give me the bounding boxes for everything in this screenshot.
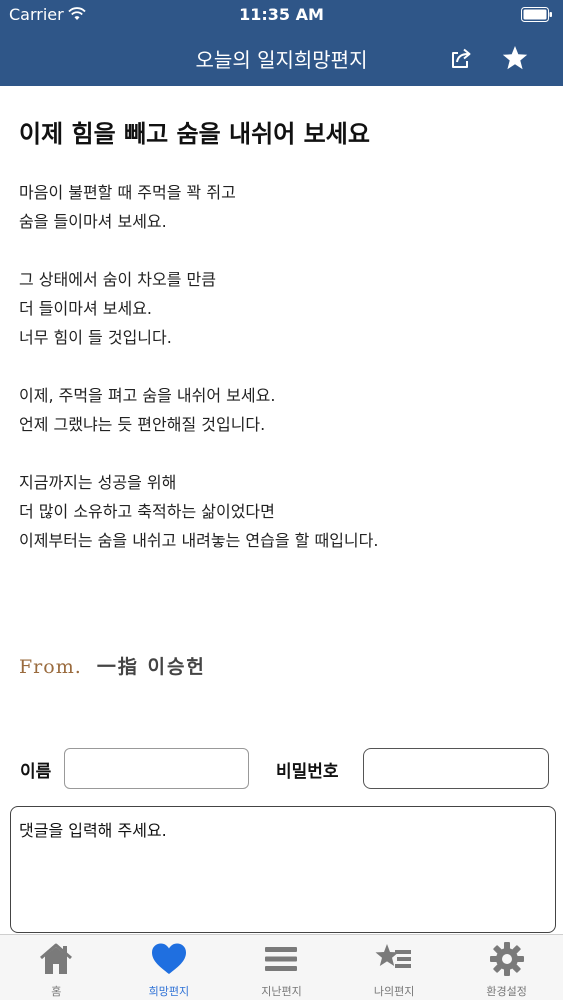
letter-line: 지금까지는 성공을 위해	[19, 473, 177, 492]
signature: From. 一指 이승헌	[19, 652, 206, 678]
comment-input[interactable]: 댓글을 입력해 주세요.	[10, 806, 556, 933]
heart-icon	[151, 943, 186, 974]
letter-line: 숨을 들이마셔 보세요.	[19, 212, 167, 231]
letter-line: 마음이 불편할 때 주먹을 꽉 쥐고	[19, 183, 236, 202]
starred-list-icon	[375, 944, 412, 968]
status-bar: Carrier 11:35 AM	[0, 0, 563, 30]
letter-line: 더 들이마셔 보세요.	[19, 299, 153, 318]
home-icon	[40, 943, 73, 974]
letter-title: 이제 힘을 빼고 숨을 내쉬어 보세요	[19, 120, 370, 148]
name-label: 이름	[20, 762, 52, 782]
name-input[interactable]	[64, 748, 249, 789]
tab-bar: 홈 희망편지 지난편지 나의편지 환경설정	[0, 934, 563, 1000]
tab-settings[interactable]: 환경설정	[450, 935, 563, 1000]
letter-body: 마음이 불편할 때 주먹을 꽉 쥐고 숨을 들이마셔 보세요. 그 상태에서 숨…	[19, 178, 549, 555]
tab-past-letters[interactable]: 지난편지	[225, 935, 338, 1000]
tab-hope-letter[interactable]: 희망편지	[113, 935, 226, 1000]
star-icon[interactable]	[501, 44, 529, 72]
tab-label: 환경설정	[486, 985, 527, 998]
password-input[interactable]	[363, 748, 549, 789]
gear-icon	[489, 942, 524, 976]
page-title: 오늘의 일지희망편지	[195, 48, 368, 72]
tab-home[interactable]: 홈	[0, 935, 113, 1000]
battery-icon	[521, 7, 552, 22]
signature-name: 一指 이승헌	[96, 656, 206, 678]
share-icon[interactable]	[449, 46, 473, 70]
header-bar: Carrier 11:35 AM 오늘의 일지희망편지	[0, 0, 563, 86]
letter-line: 너무 힘이 들 것입니다.	[19, 328, 172, 347]
letter-line: 이제부터는 숨을 내쉬고 내려놓는 연습을 할 때입니다.	[19, 531, 379, 550]
tab-label: 홈	[51, 985, 62, 998]
letter-line: 이제, 주먹을 펴고 숨을 내쉬어 보세요.	[19, 386, 276, 405]
letter-line: 그 상태에서 숨이 차오를 만큼	[19, 270, 216, 289]
status-time: 11:35 AM	[239, 5, 324, 24]
tab-label: 희망편지	[148, 985, 190, 998]
letter-line: 더 많이 소유하고 축적하는 삶이었다면	[19, 502, 275, 521]
tab-label: 나의편지	[373, 985, 415, 998]
tab-my-letters[interactable]: 나의편지	[338, 935, 451, 1000]
list-icon	[265, 947, 298, 971]
letter-line: 언제 그랬냐는 듯 편안해질 것입니다.	[19, 415, 266, 434]
tab-label: 지난편지	[261, 985, 302, 998]
password-label: 비밀번호	[276, 762, 339, 782]
signature-from: From.	[19, 656, 82, 678]
